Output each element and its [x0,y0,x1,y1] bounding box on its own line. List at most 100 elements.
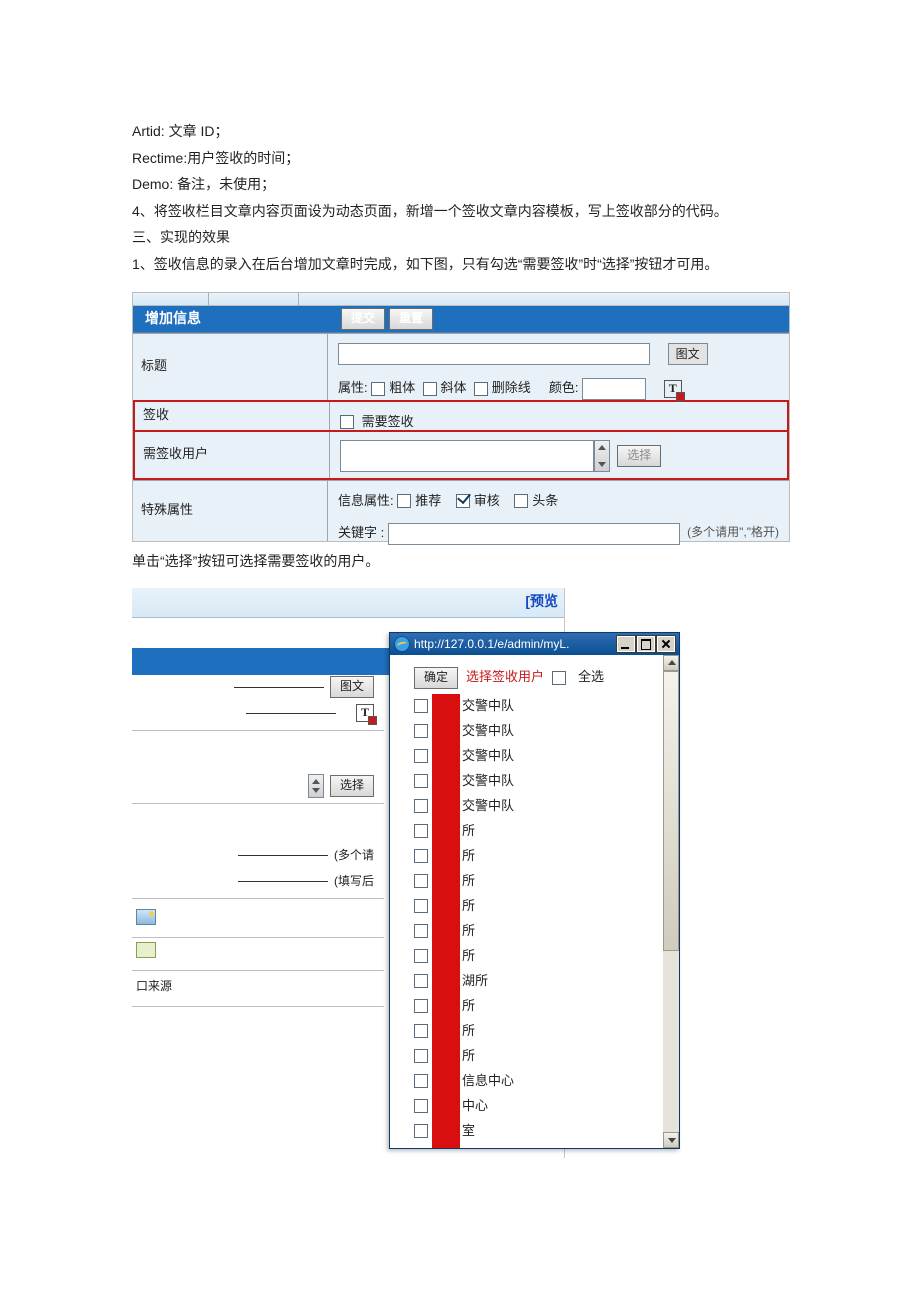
title-input[interactable] [338,343,650,365]
list-item: 交警中队 [414,769,657,794]
user-label: 中心 [462,1094,488,1119]
minimize-icon[interactable] [617,636,635,652]
user-checkbox[interactable] [414,949,428,963]
list-item: 交警中队 [414,719,657,744]
document-body: Artid: 文章 ID； Rectime:用户签收的时间； Demo: 备注，… [0,0,920,1158]
user-label: 所 [462,944,475,969]
user-label: 交警中队 [462,694,514,719]
user-label: 所 [462,994,475,1019]
user-checkbox[interactable] [414,1024,428,1038]
row-label-signusers: 需签收用户 [135,432,330,478]
user-label: 交警中队 [462,744,514,769]
text-line: 1、签收信息的录入在后台增加文章时完成，如下图，只有勾选“需要签收”时“选择”按… [132,251,788,278]
recommend-checkbox[interactable] [397,494,411,508]
list-item: 室 [414,1119,657,1144]
close-icon[interactable] [657,636,675,652]
color-label: 颜色: [549,380,579,395]
bg-tuwen-button[interactable]: 图文 [330,676,374,698]
user-checkbox[interactable] [414,699,428,713]
strike-checkbox[interactable] [474,382,488,396]
user-label: 所 [462,919,475,944]
scroll-down-icon[interactable] [663,1132,679,1148]
headline-checkbox[interactable] [514,494,528,508]
user-checkbox[interactable] [414,799,428,813]
user-label: 室 [462,1119,475,1144]
text-line: 4、将签收栏目文章内容页面设为动态页面，新增一个签收文章内容模板，写上签收部分的… [132,198,788,225]
italic-checkbox[interactable] [423,382,437,396]
user-label: 所 [462,1044,475,1069]
audit-checkbox[interactable] [456,494,470,508]
user-checkbox[interactable] [414,924,428,938]
form-header-title: 增加信息 [133,305,331,332]
textarea-scrollbar[interactable] [594,440,610,472]
bg-source-label: 口来源 [132,973,384,1000]
list-item: 所 [414,994,657,1019]
popup-heading: 选择签收用户 [466,665,544,690]
user-checkbox[interactable] [414,724,428,738]
headline-label: 头条 [532,493,558,508]
bold-checkbox[interactable] [371,382,385,396]
list-item: 所 [414,819,657,844]
user-checkbox[interactable] [414,774,428,788]
user-label: 湖所 [462,969,488,994]
list-item: 所 [414,1019,657,1044]
attr-label: 属性: [338,380,368,395]
list-item: 所 [414,1044,657,1069]
bg-hint-1: (多个请 [334,844,374,867]
user-checkbox[interactable] [414,849,428,863]
section-heading: 三、实现的效果 [132,224,788,251]
list-item: 所 [414,894,657,919]
user-checkbox[interactable] [414,1074,428,1088]
keywords-label: 关键字 : [338,525,384,540]
user-checkbox[interactable] [414,1124,428,1138]
popup-titlebar[interactable]: http://127.0.0.1/e/admin/myL. [390,633,679,655]
bg-textarea-scrollbar[interactable] [308,774,324,798]
list-item: 所 [414,844,657,869]
scroll-thumb[interactable] [663,671,679,951]
preview-link[interactable]: [预览 [132,588,564,618]
select-users-button[interactable]: 选择 [617,445,661,467]
reset-button[interactable]: 重置 [389,308,433,330]
color-input[interactable] [582,378,646,400]
italic-label: 斜体 [441,380,467,395]
user-checkbox[interactable] [414,1099,428,1113]
strike-label: 删除线 [492,380,531,395]
submit-button[interactable]: 提交 [341,308,385,330]
need-sign-label: 需要签收 [362,414,414,429]
user-checkbox[interactable] [414,899,428,913]
maximize-icon[interactable] [637,636,655,652]
list-item: 中心 [414,1094,657,1119]
keywords-input[interactable] [388,523,680,545]
font-icon[interactable]: T [664,380,682,398]
tab-strip [133,293,789,306]
row-label-special: 特殊属性 [133,481,328,541]
user-label: 所 [462,844,475,869]
user-label: 所 [462,1019,475,1044]
text-line: Demo: 备注，未使用； [132,171,788,198]
popup-ok-button[interactable]: 确定 [414,667,458,689]
user-label: 信息中心 [462,1069,514,1094]
popup-screenshot: [预览 图文 T 选择 (多个请 [132,588,565,1158]
user-checkbox[interactable] [414,749,428,763]
bg-hint-2: (填写后 [334,870,374,893]
text-line: Rectime:用户签收的时间； [132,145,788,172]
user-checkbox[interactable] [414,824,428,838]
user-label: 所 [462,819,475,844]
list-item: 信息中心 [414,1069,657,1094]
user-select-popup: http://127.0.0.1/e/admin/myL. 确定 选择 [389,632,680,1149]
popup-url: http://127.0.0.1/e/admin/myL. [414,633,569,656]
audit-label: 审核 [474,493,500,508]
user-checkbox[interactable] [414,974,428,988]
tuwen-button[interactable]: 图文 [668,343,708,365]
select-all-checkbox[interactable] [552,671,566,685]
sign-users-textarea[interactable] [340,440,594,472]
scroll-up-icon[interactable] [663,655,679,671]
user-checkbox[interactable] [414,1049,428,1063]
user-checkbox[interactable] [414,999,428,1013]
need-sign-checkbox[interactable] [340,415,354,429]
row-label-sign: 签收 [135,402,330,430]
bg-select-button[interactable]: 选择 [330,775,374,797]
user-checkbox[interactable] [414,874,428,888]
popup-scrollbar[interactable] [663,655,679,1148]
bg-font-icon[interactable]: T [356,704,374,722]
